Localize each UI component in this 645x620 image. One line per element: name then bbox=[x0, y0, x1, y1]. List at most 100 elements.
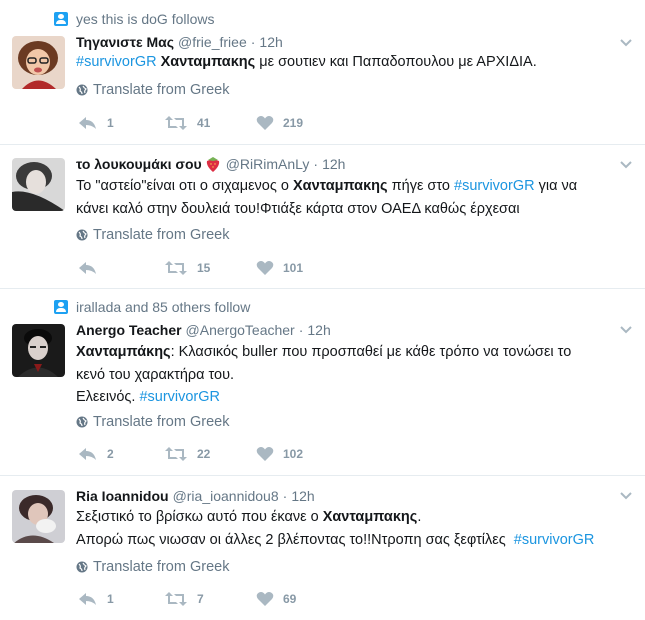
tweet[interactable]: yes this is doG follows Τηγανιστε Μας @f… bbox=[0, 0, 645, 145]
avatar[interactable] bbox=[12, 158, 65, 211]
reply-button[interactable]: 2 bbox=[78, 444, 114, 464]
timestamp[interactable]: 12h bbox=[291, 488, 314, 504]
heart-icon bbox=[256, 447, 274, 461]
chevron-down-icon[interactable] bbox=[619, 322, 633, 336]
tweet-text: #survivorGR Χανταμπακης με σουτιεν και Π… bbox=[76, 51, 631, 74]
tweet-text-line: κενό του χαρακτήρα του. bbox=[76, 364, 631, 387]
reply-count: 2 bbox=[107, 447, 114, 461]
tweet-actions: 15 101 bbox=[78, 258, 378, 278]
highlighted-keyword: Χανταμπάκης bbox=[76, 344, 171, 360]
tweet[interactable]: Ria Ioannidou @ria_ioannidou8 · 12h Σεξι… bbox=[0, 476, 645, 620]
retweet-count: 15 bbox=[197, 261, 211, 275]
avatar[interactable] bbox=[12, 324, 65, 377]
translate-link[interactable]: Translate from Greek bbox=[76, 226, 229, 244]
tweet-header: Τηγανιστε Μας @frie_friee · 12h bbox=[76, 32, 283, 52]
translate-link[interactable]: Translate from Greek bbox=[76, 558, 229, 576]
hashtag-link[interactable]: #survivorGR bbox=[514, 532, 595, 548]
tweet-actions: 1 41 219 bbox=[78, 113, 378, 133]
timestamp[interactable]: 12h bbox=[259, 34, 282, 50]
tweet[interactable]: το λουκουμάκι σου @RiRimAnLy · 12h Το "α… bbox=[0, 145, 645, 289]
chevron-down-icon[interactable] bbox=[619, 488, 633, 502]
globe-icon bbox=[76, 416, 88, 428]
like-button[interactable]: 102 bbox=[256, 444, 303, 464]
tweet-text: Το "αστείο"είναι οτι ο σιχαμενος ο Χαντα… bbox=[76, 175, 631, 220]
reply-count: 1 bbox=[107, 116, 114, 130]
username[interactable]: @RiRimAnLy bbox=[226, 156, 310, 172]
hashtag-link[interactable]: #survivorGR bbox=[76, 54, 157, 70]
timeline: yes this is doG follows Τηγανιστε Μας @f… bbox=[0, 0, 645, 620]
social-context-text: irallada and 85 others follow bbox=[76, 299, 251, 315]
tweet-header: Ria Ioannidou @ria_ioannidou8 · 12h bbox=[76, 486, 315, 506]
username[interactable]: @AnergoTeacher bbox=[186, 322, 295, 338]
avatar[interactable] bbox=[12, 490, 65, 543]
separator-dot: · bbox=[313, 156, 319, 172]
display-name[interactable]: το λουκουμάκι σου bbox=[76, 156, 202, 172]
tweet-text-line: Απορώ πως νιωσαν οι άλλες 2 βλέποντας το… bbox=[76, 529, 631, 552]
translate-link[interactable]: Translate from Greek bbox=[76, 81, 229, 99]
translate-label: Translate from Greek bbox=[93, 227, 230, 243]
tweet-text-line: Ελεεινός. #survivorGR bbox=[76, 386, 631, 409]
chevron-down-icon[interactable] bbox=[619, 157, 633, 171]
like-button[interactable]: 101 bbox=[256, 258, 303, 278]
social-context[interactable]: irallada and 85 others follow bbox=[54, 298, 250, 316]
text-segment: Ελεεινός. bbox=[76, 389, 140, 405]
social-context[interactable]: yes this is doG follows bbox=[54, 10, 215, 28]
retweet-button[interactable]: 15 bbox=[164, 258, 210, 278]
retweet-icon bbox=[165, 447, 187, 461]
tweet-text-line: Σεξιστικό το βρίσκω αυτό που έκανε ο Χαν… bbox=[76, 506, 631, 529]
reply-icon bbox=[79, 593, 96, 605]
text-segment: πήγε στο bbox=[387, 178, 454, 194]
text-segment: κάνει καλό στην δουλειά του!Φτιάξε κάρτα… bbox=[76, 200, 520, 217]
tweet-header: το λουκουμάκι σου @RiRimAnLy · 12h bbox=[76, 154, 345, 174]
heart-icon bbox=[256, 261, 274, 275]
reply-button[interactable]: 1 bbox=[78, 589, 114, 609]
tweet-actions: 2 22 102 bbox=[78, 444, 378, 464]
reply-icon bbox=[79, 117, 96, 129]
like-button[interactable]: 219 bbox=[256, 113, 303, 133]
reply-button[interactable]: 1 bbox=[78, 113, 114, 133]
like-button[interactable]: 69 bbox=[256, 589, 296, 609]
like-count: 101 bbox=[283, 261, 304, 275]
separator-dot: · bbox=[282, 488, 288, 504]
tweet-text-line: Το "αστείο"είναι οτι ο σιχαμενος ο Χαντα… bbox=[76, 175, 631, 198]
tweet[interactable]: irallada and 85 others follow Anergo Tea… bbox=[0, 289, 645, 476]
tweet-text-line: Χανταμπάκης: Κλασικός buller που προσπαθ… bbox=[76, 341, 631, 364]
retweet-button[interactable]: 41 bbox=[164, 113, 210, 133]
tweet-header: Anergo Teacher @AnergoTeacher · 12h bbox=[76, 320, 331, 340]
text-segment: . bbox=[417, 509, 422, 525]
translate-label: Translate from Greek bbox=[93, 82, 230, 98]
display-name[interactable]: Ria Ioannidou bbox=[76, 488, 169, 504]
text-segment: : Κλασικός buller που προσπαθεί με κάθε … bbox=[170, 344, 572, 360]
hashtag-link[interactable]: #survivorGR bbox=[454, 178, 535, 194]
reply-count: 1 bbox=[107, 592, 114, 606]
heart-icon bbox=[256, 592, 274, 606]
chevron-down-icon[interactable] bbox=[619, 35, 633, 49]
text-segment: κενό του χαρακτήρα του. bbox=[76, 366, 235, 383]
translate-label: Translate from Greek bbox=[93, 414, 230, 430]
globe-icon bbox=[76, 229, 88, 241]
hashtag-link[interactable]: #survivorGR bbox=[139, 389, 220, 405]
tweet-text: Σεξιστικό το βρίσκω αυτό που έκανε ο Χαν… bbox=[76, 506, 631, 551]
username[interactable]: @ria_ioannidou8 bbox=[173, 488, 279, 504]
follow-context-icon bbox=[54, 300, 68, 314]
separator-dot: · bbox=[250, 34, 256, 50]
tweet-actions: 1 7 69 bbox=[78, 589, 378, 609]
globe-icon bbox=[76, 561, 88, 573]
retweet-button[interactable]: 22 bbox=[164, 444, 210, 464]
text-segment: με σουτιεν και Παπαδοπουλου με ΑΡΧΙΔΙΑ. bbox=[255, 54, 537, 70]
avatar[interactable] bbox=[12, 36, 65, 89]
globe-icon bbox=[76, 84, 88, 96]
display-name[interactable]: Anergo Teacher bbox=[76, 322, 182, 338]
follow-context-icon bbox=[54, 12, 68, 26]
timestamp[interactable]: 12h bbox=[307, 322, 330, 338]
display-name[interactable]: Τηγανιστε Μας bbox=[76, 34, 174, 50]
retweet-button[interactable]: 7 bbox=[164, 589, 204, 609]
reply-button[interactable] bbox=[78, 258, 107, 278]
retweet-icon bbox=[165, 592, 187, 606]
highlighted-keyword: Χανταμπακης bbox=[160, 54, 256, 70]
timestamp[interactable]: 12h bbox=[322, 156, 345, 172]
reply-icon bbox=[79, 448, 96, 460]
username[interactable]: @frie_friee bbox=[178, 34, 247, 50]
translate-link[interactable]: Translate from Greek bbox=[76, 413, 229, 431]
retweet-icon bbox=[165, 116, 187, 130]
